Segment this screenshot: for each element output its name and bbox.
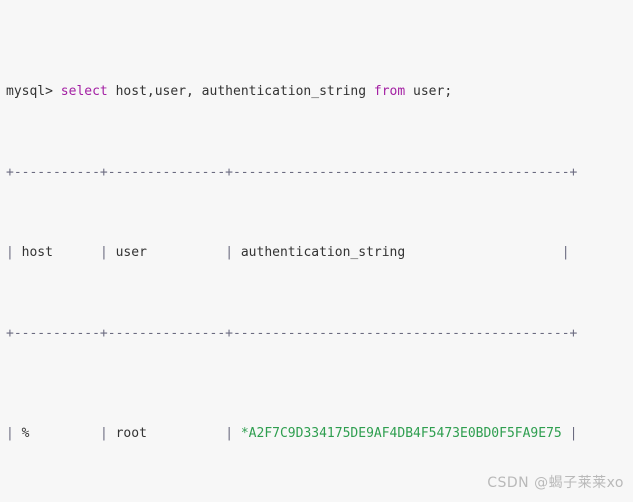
keyword-select: select	[60, 84, 108, 100]
header-cell-host: host	[21, 245, 53, 261]
header-cell-auth: authentication_string	[240, 245, 406, 261]
select-table: user;	[405, 84, 453, 100]
cell-authentication-string: *A2F7C9D334175DE9AF4DB4F5473E0BD0F5FA9E7…	[240, 425, 562, 441]
table-rule-top-1: +-----------+---------------+-----------…	[6, 164, 578, 180]
table-row: | % | root | *A2F7C9D334175DE9AF4DB4F547…	[6, 425, 578, 441]
csdn-watermark: CSDN @蝎子莱莱xo	[487, 474, 624, 491]
table-rule-mid-1: +-----------+---------------+-----------…	[6, 325, 578, 341]
keyword-from: from	[373, 84, 406, 100]
mysql-terminal[interactable]: mysql> select host,user, authentication_…	[0, 0, 633, 502]
table-header-row-1: | host | user | authentication_string |	[6, 245, 570, 261]
cell-user-prefix: root	[115, 425, 147, 441]
command-line-select-1: mysql> select host,user, authentication_…	[6, 82, 633, 102]
select-columns: host,user, authentication_string	[107, 84, 374, 100]
header-cell-user: user	[115, 245, 147, 261]
mysql-prompt: mysql>	[6, 84, 61, 100]
